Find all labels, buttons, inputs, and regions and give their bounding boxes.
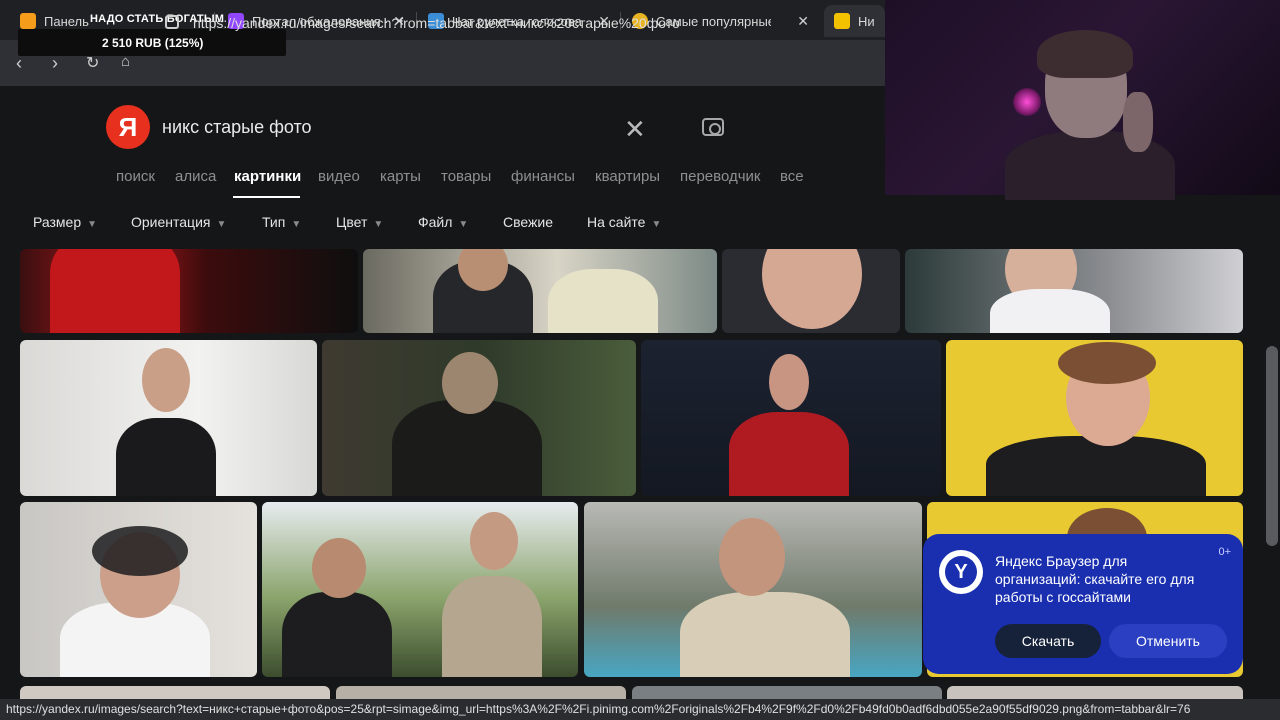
camera-search-icon[interactable] — [702, 118, 724, 136]
image-result[interactable] — [20, 502, 257, 677]
image-figure — [729, 412, 849, 496]
donation-progress-bar: 2 510 RUB (125%) — [18, 29, 286, 56]
image-figure — [312, 538, 366, 598]
image-figure — [142, 348, 190, 412]
service-video[interactable]: видео — [318, 168, 360, 185]
image-figure — [116, 418, 216, 496]
service-search[interactable]: поиск — [116, 168, 155, 185]
webcam-overlay — [885, 0, 1280, 200]
tab-title: Панель — [44, 13, 89, 29]
image-result[interactable] — [20, 340, 317, 496]
status-bar: https://yandex.ru/images/search?text=ник… — [0, 699, 1280, 720]
filter-color[interactable]: Цвет ▼ — [336, 214, 383, 230]
filter-orientation[interactable]: Ориентация ▼ — [131, 214, 226, 230]
image-result[interactable] — [905, 249, 1243, 333]
filter-label: Размер — [33, 214, 82, 230]
filter-label: Ориентация — [131, 214, 211, 230]
webcam-person — [1123, 92, 1153, 152]
webcam-person — [1037, 30, 1133, 78]
image-figure — [762, 249, 862, 329]
donation-progress-text: 2 510 RUB (125%) — [102, 36, 204, 50]
service-alice[interactable]: алиса — [175, 168, 216, 185]
webcam-light — [1013, 88, 1041, 116]
chevron-down-icon: ▼ — [216, 219, 227, 230]
image-figure — [680, 592, 850, 677]
forward-icon[interactable]: › — [52, 53, 58, 74]
yandex-browser-icon: Y — [939, 550, 983, 594]
filter-label: Цвет — [336, 214, 368, 230]
back-icon[interactable]: ‹ — [16, 53, 22, 74]
site-settings-icon[interactable] — [165, 15, 179, 29]
filter-label: Тип — [262, 214, 286, 230]
filter-on-site[interactable]: На сайте ▼ — [587, 214, 661, 230]
status-link-url: https://yandex.ru/images/search?text=ник… — [6, 702, 1191, 716]
image-figure — [548, 269, 658, 333]
image-figure — [442, 576, 542, 677]
filter-size[interactable]: Размер ▼ — [33, 214, 97, 230]
chevron-down-icon: ▼ — [87, 219, 98, 230]
chevron-down-icon: ▼ — [291, 219, 302, 230]
image-result[interactable] — [363, 249, 717, 333]
yandex-logo[interactable]: Я — [106, 105, 150, 149]
service-translate[interactable]: переводчик — [680, 168, 760, 185]
image-result[interactable] — [722, 249, 900, 333]
filter-fresh[interactable]: Свежие — [503, 214, 553, 230]
address-bar-url[interactable]: https://yandex.ru/images/search?from=tab… — [193, 15, 680, 31]
chevron-down-icon: ▼ — [373, 219, 384, 230]
filter-file[interactable]: Файл ▼ — [418, 214, 468, 230]
image-figure — [470, 512, 518, 570]
service-realty[interactable]: квартиры — [595, 168, 660, 185]
tab-nix-active[interactable]: Никс — [824, 5, 885, 37]
image-figure — [50, 249, 180, 333]
notification-message: Яндекс Браузер для организаций: скачайте… — [995, 553, 1195, 605]
image-figure — [986, 436, 1206, 496]
clear-search-icon[interactable]: ✕ — [624, 114, 646, 145]
cancel-button[interactable]: Отменить — [1109, 624, 1227, 658]
search-input[interactable]: никс старые фото — [162, 117, 312, 138]
image-result[interactable] — [946, 340, 1243, 496]
service-images[interactable]: картинки — [234, 168, 301, 185]
reload-icon[interactable]: ↻ — [86, 53, 99, 73]
close-tab-icon[interactable]: ✕ — [797, 13, 809, 30]
chevron-down-icon: ▼ — [458, 219, 469, 230]
donation-alerts-icon — [20, 13, 36, 29]
download-button[interactable]: Скачать — [995, 624, 1101, 658]
image-figure — [442, 352, 498, 414]
image-figure — [392, 400, 542, 496]
filter-label: Файл — [418, 214, 453, 230]
filter-bar: Размер ▼ Ориентация ▼ Тип ▼ Цвет ▼ Файл ▼ Све… — [0, 198, 1262, 248]
yandex-images-icon — [834, 13, 850, 29]
browser-promo-notification: Y 0+ Яндекс Браузер для организаций: ска… — [923, 534, 1243, 674]
image-figure — [92, 526, 188, 576]
image-figure — [769, 354, 809, 410]
image-figure — [719, 518, 785, 596]
search-header: Я никс старые фото ✕ поиск алиса картинк… — [0, 86, 885, 198]
service-finance[interactable]: финансы — [511, 168, 575, 185]
age-rating-badge: 0+ — [1218, 546, 1231, 558]
image-result[interactable] — [641, 340, 941, 496]
filter-type[interactable]: Тип ▼ — [262, 214, 301, 230]
image-result[interactable] — [584, 502, 922, 677]
chevron-down-icon: ▼ — [651, 219, 662, 230]
screen: Панель Портал обжалования - ✕ Чат рулетк… — [0, 0, 1280, 720]
image-result[interactable] — [20, 249, 358, 333]
image-result[interactable] — [322, 340, 636, 496]
image-figure — [282, 592, 392, 677]
image-figure — [990, 289, 1110, 333]
image-figure — [1058, 342, 1156, 384]
image-result[interactable] — [262, 502, 578, 677]
service-all[interactable]: все — [780, 168, 804, 185]
tab-title: Никс — [858, 13, 875, 29]
filter-label: На сайте — [587, 214, 646, 230]
scrollbar-thumb[interactable] — [1266, 346, 1278, 546]
service-market[interactable]: товары — [441, 168, 491, 185]
service-maps[interactable]: карты — [380, 168, 421, 185]
